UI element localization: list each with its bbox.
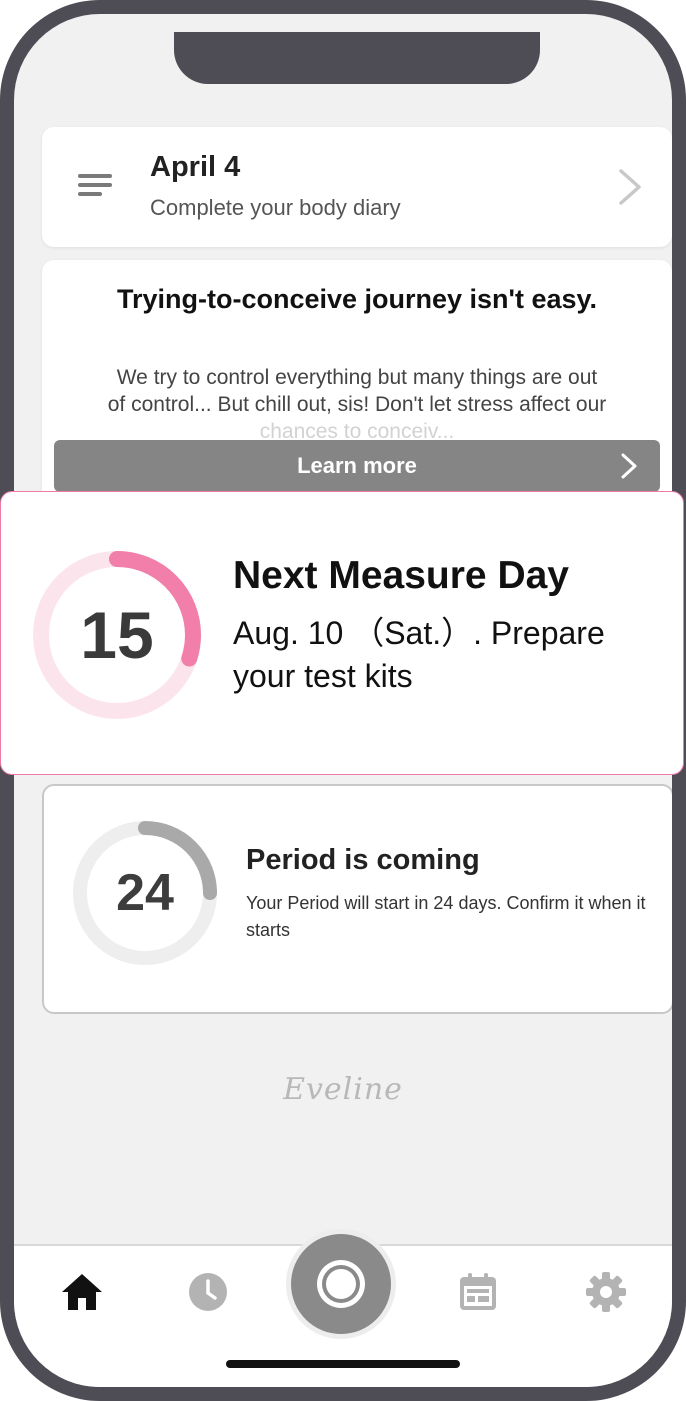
- tab-camera[interactable]: [291, 1234, 391, 1334]
- article-card: Trying-to-conceive journey isn't easy. W…: [42, 260, 672, 508]
- chevron-right-icon[interactable]: [618, 168, 642, 206]
- bottom-tab-bar: [14, 1229, 672, 1387]
- calendar-icon: [460, 1273, 496, 1310]
- tab-history[interactable]: [184, 1268, 232, 1316]
- period-description: Your Period will start in 24 days. Confi…: [246, 893, 646, 940]
- measure-description: Aug. 10 （Sat.）. Prepare your test kits: [233, 615, 605, 694]
- learn-more-button[interactable]: Learn more: [54, 440, 660, 492]
- clock-icon: [189, 1273, 227, 1311]
- learn-more-label: Learn more: [297, 453, 417, 478]
- eveline-logo: Eveline: [283, 1072, 403, 1107]
- phone-frame: April 4 Complete your body diary Trying-…: [0, 0, 686, 1401]
- period-days-count: 24: [116, 864, 174, 922]
- chevron-right-icon: [621, 453, 637, 479]
- measure-title: Next Measure Day: [233, 554, 569, 597]
- body-diary-card[interactable]: April 4 Complete your body diary: [42, 127, 672, 247]
- menu-icon[interactable]: [78, 174, 112, 200]
- next-measure-card[interactable]: 15 Next Measure Day Aug. 10 （Sat.）. Prep…: [0, 491, 684, 775]
- tab-calendar[interactable]: [454, 1268, 502, 1316]
- tab-settings[interactable]: [582, 1268, 630, 1316]
- article-line: of control... But chill out, sis! Don't …: [107, 393, 607, 416]
- article-title: Trying-to-conceive journey isn't easy.: [116, 284, 598, 314]
- period-card[interactable]: 24 Period is coming Your Period will sta…: [42, 784, 672, 1014]
- camera-shutter-icon: [317, 1260, 365, 1308]
- diary-date: April 4: [150, 151, 241, 183]
- article-line: We try to control everything but many th…: [116, 366, 598, 389]
- home-icon: [62, 1274, 102, 1310]
- period-title: Period is coming: [246, 844, 480, 876]
- tab-home[interactable]: [58, 1268, 106, 1316]
- measure-days-count: 15: [80, 598, 154, 672]
- diary-subtitle: Complete your body diary: [150, 195, 401, 220]
- home-indicator: [226, 1360, 460, 1368]
- article-excerpt: We try to control everything but many th…: [66, 364, 648, 445]
- gear-icon: [586, 1272, 626, 1312]
- phone-notch: [174, 32, 540, 84]
